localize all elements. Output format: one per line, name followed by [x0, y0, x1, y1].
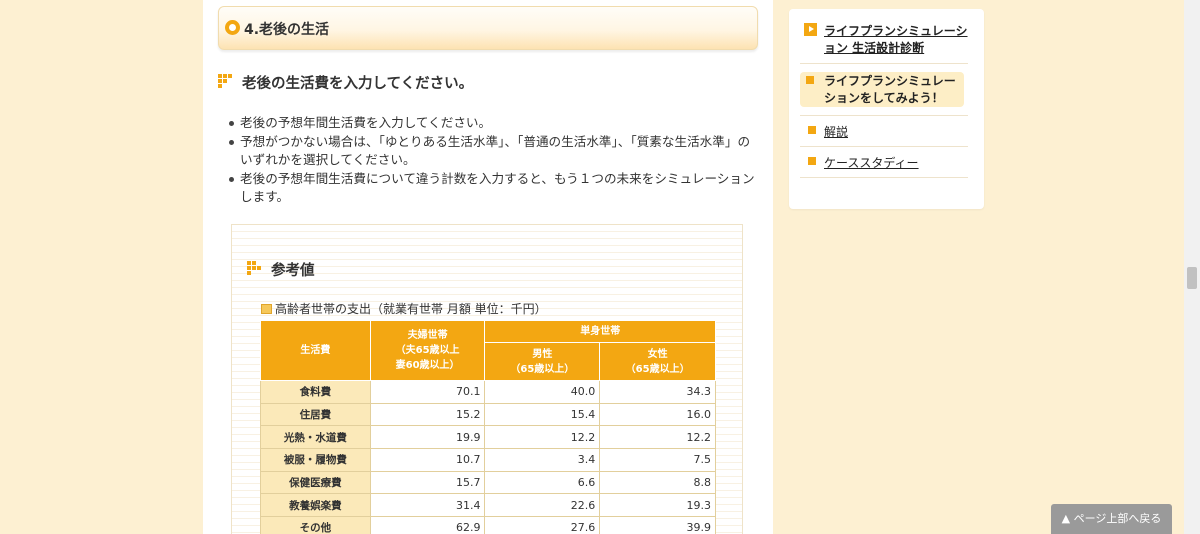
- cell-female: 12.2: [599, 425, 716, 450]
- grid-squares-icon: [218, 74, 232, 88]
- divider: [800, 115, 968, 116]
- cell-male: 6.6: [484, 470, 601, 495]
- cell-female: 19.3: [599, 493, 716, 518]
- row-label: 光熱・水道費: [260, 425, 371, 450]
- cell-female: 8.8: [599, 470, 716, 495]
- cell-male: 12.2: [484, 425, 601, 450]
- scrollbar[interactable]: [1184, 0, 1200, 534]
- square-bullet-icon: [808, 157, 816, 165]
- divider: [800, 177, 968, 178]
- list-item: 老後の予想年間生活費について違う計数を入力すると、もう１つの未来をシミュレーショ…: [226, 170, 761, 207]
- cell-couple: 62.9: [369, 516, 486, 534]
- cell-male: 15.4: [484, 402, 601, 427]
- square-bullet-icon: [806, 76, 814, 84]
- sidebar-item-lifeplan-diagnosis[interactable]: ライフプランシミュレーション 生活設計診断: [824, 23, 974, 57]
- list-item: 老後の予想年間生活費を入力してください。: [226, 114, 761, 133]
- row-label: 保健医療費: [260, 470, 371, 495]
- cell-male: 27.6: [484, 516, 601, 534]
- sidebar-item-case-study[interactable]: ケーススタディー: [824, 154, 919, 171]
- table-row: 保健医療費 15.7 6.6 8.8: [260, 470, 716, 495]
- cell-female: 7.5: [599, 448, 716, 472]
- table-row: 教養娯楽費 31.4 22.6 19.3: [260, 493, 716, 518]
- cell-couple: 31.4: [369, 493, 486, 518]
- expense-table: 生活費 夫婦世帯 （夫65歳以上 妻60歳以上） 単身世帯 男性 （65歳以上）…: [260, 320, 716, 534]
- table-row: 住居費 15.2 15.4 16.0: [260, 402, 716, 427]
- table-caption: 高齢者世帯の支出（就業有世帯 月額 単位：千円）: [261, 300, 547, 317]
- header-category: 生活費: [260, 320, 371, 381]
- cell-couple: 70.1: [369, 380, 486, 404]
- cell-couple: 10.7: [369, 448, 486, 472]
- header-female: 女性 （65歳以上）: [599, 342, 716, 381]
- table-row: 被服・履物費 10.7 3.4 7.5: [260, 448, 716, 472]
- header-couple: 夫婦世帯 （夫65歳以上 妻60歳以上）: [369, 320, 486, 381]
- list-item: 予想がつかない場合は、「ゆとりある生活水準」、「普通の生活水準」、「質素な生活水…: [226, 133, 761, 170]
- table-icon: [261, 304, 272, 314]
- row-label: 教養娯楽費: [260, 493, 371, 518]
- cell-female: 16.0: [599, 402, 716, 427]
- cell-couple: 15.2: [369, 402, 486, 427]
- cell-male: 22.6: [484, 493, 601, 518]
- divider: [800, 63, 968, 64]
- table-row: その他 62.9 27.6 39.9: [260, 516, 716, 534]
- cell-male: 3.4: [484, 448, 601, 472]
- section-header: 4.老後の生活: [218, 6, 758, 50]
- square-bullet-icon: [808, 126, 816, 134]
- circle-bullet-icon: [225, 20, 240, 35]
- play-arrow-icon: [804, 23, 817, 36]
- cell-couple: 19.9: [369, 425, 486, 450]
- back-to-top-button[interactable]: ▲ ページ上部へ戻る: [1051, 504, 1172, 534]
- grid-squares-icon: [247, 261, 261, 275]
- header-single: 単身世帯: [484, 320, 716, 343]
- row-label: 被服・履物費: [260, 448, 371, 472]
- table-row: 食料費 70.1 40.0 34.3: [260, 380, 716, 404]
- instruction-list: 老後の予想年間生活費を入力してください。 予想がつかない場合は、「ゆとりある生活…: [226, 114, 761, 207]
- cell-female: 39.9: [599, 516, 716, 534]
- cell-female: 34.3: [599, 380, 716, 404]
- row-label: 食料費: [260, 380, 371, 404]
- sidebar-item-explanation[interactable]: 解説: [824, 123, 848, 140]
- header-male: 男性 （65歳以上）: [484, 342, 601, 381]
- table-row: 光熱・水道費 19.9 12.2 12.2: [260, 425, 716, 450]
- page-heading: 老後の生活費を入力してください。: [242, 76, 474, 92]
- section-title: 4.老後の生活: [244, 22, 330, 38]
- cell-couple: 15.7: [369, 470, 486, 495]
- sidebar-item-try-simulation[interactable]: ライフプランシミュレーションをしてみよう！: [824, 73, 960, 107]
- row-label: 住居費: [260, 402, 371, 427]
- reference-title: 参考値: [271, 263, 315, 279]
- divider: [800, 146, 968, 147]
- cell-male: 40.0: [484, 380, 601, 404]
- scrollbar-thumb[interactable]: [1187, 267, 1197, 289]
- row-label: その他: [260, 516, 371, 534]
